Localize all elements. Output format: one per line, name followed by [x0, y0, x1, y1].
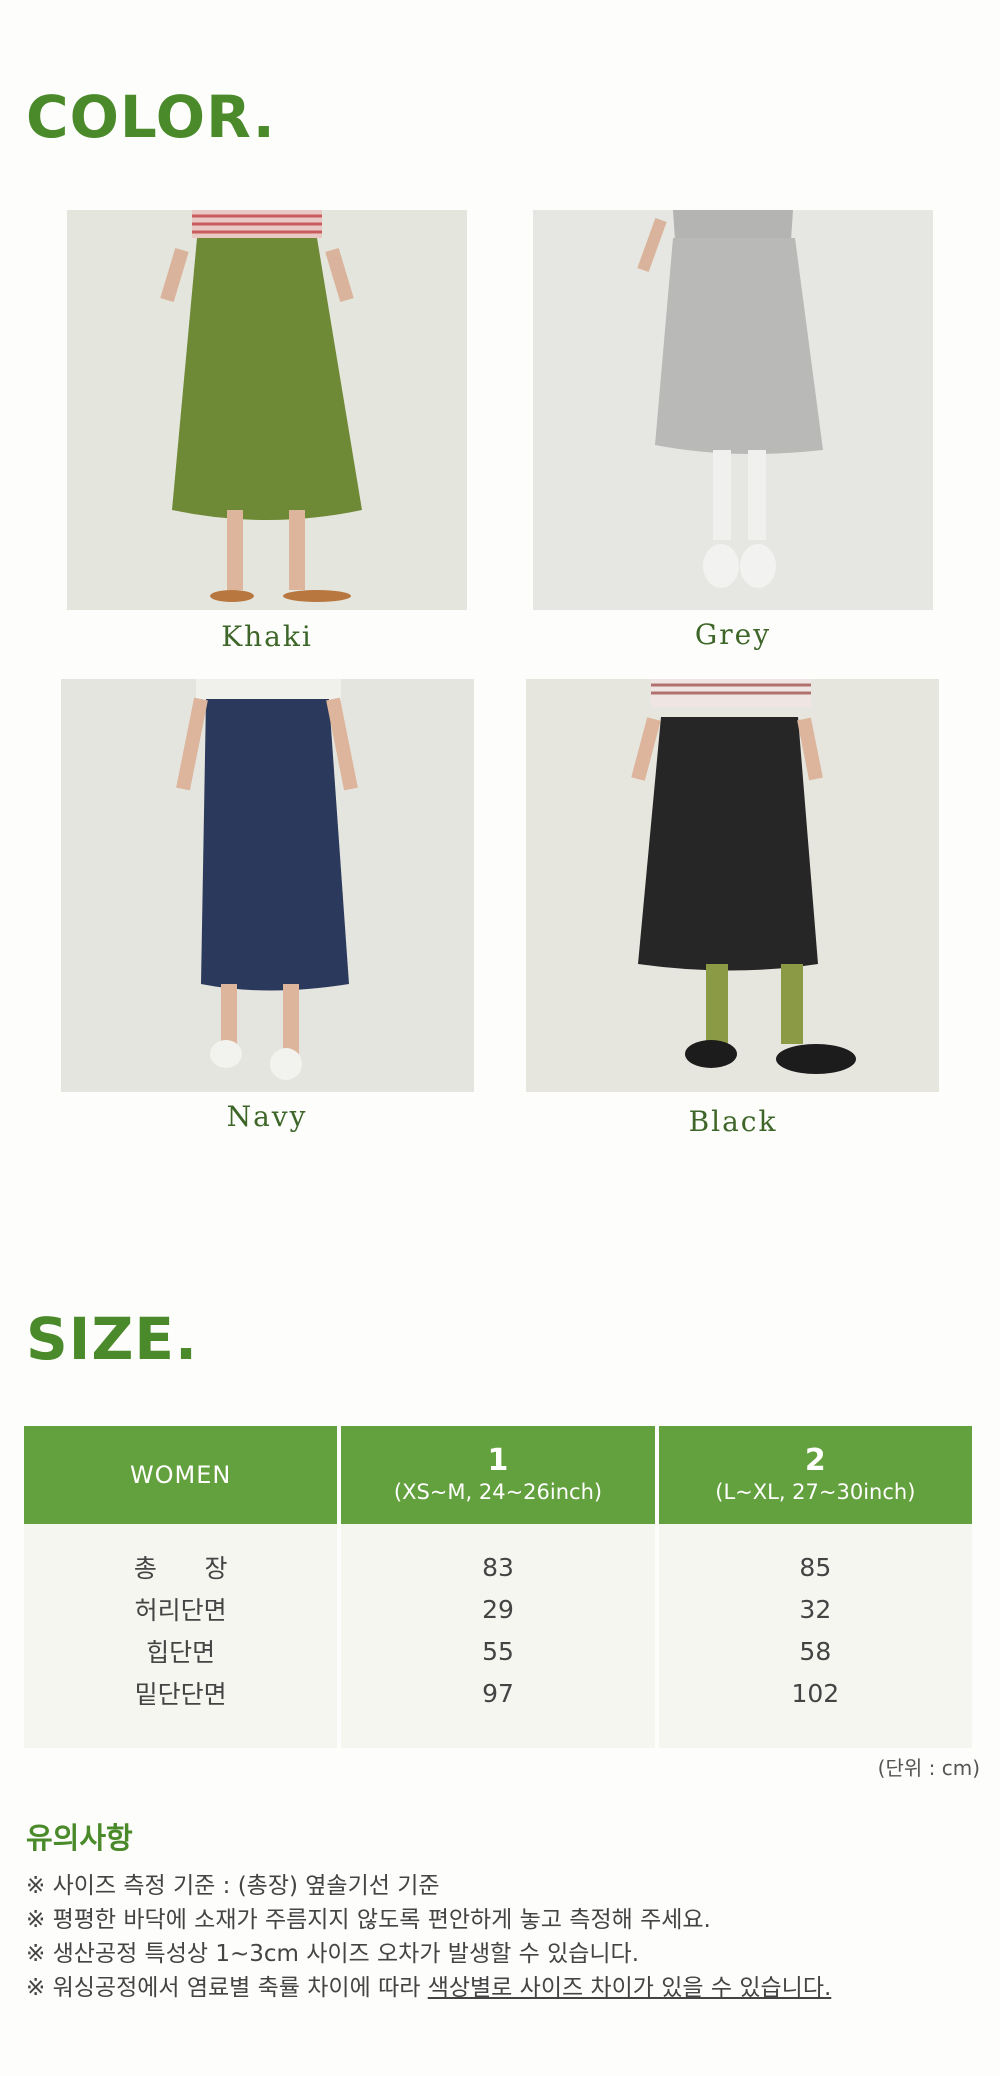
header-size-2: 2 (L~XL, 27~30inch)	[658, 1426, 972, 1524]
size-1-value: 29	[341, 1588, 655, 1630]
header-size-1: 1 (XS~M, 24~26inch)	[341, 1426, 655, 1524]
size-1-label: 1	[487, 1443, 509, 1479]
size-table-header-row: WOMEN 1 (XS~M, 24~26inch) 2 (L~XL, 27~30…	[24, 1426, 972, 1524]
row-label: 밑단단면	[24, 1672, 338, 1748]
khaki-skirt-image	[67, 210, 467, 610]
size-2-value: 102	[658, 1672, 972, 1748]
product-photo-navy	[61, 679, 474, 1092]
size-2-label: 2	[804, 1443, 826, 1479]
color-heading: COLOR.	[26, 83, 276, 151]
table-row: 허리단면 29 32	[24, 1588, 972, 1630]
size-table: WOMEN 1 (XS~M, 24~26inch) 2 (L~XL, 27~30…	[20, 1426, 976, 1748]
grey-skirt-image	[533, 210, 933, 610]
size-2-range: (L~XL, 27~30inch)	[715, 1480, 916, 1505]
size-2-value: 85	[658, 1524, 972, 1588]
notice-line-underlined: 색상별로 사이즈 차이가 있을 수 있습니다.	[427, 1975, 832, 2001]
color-caption-navy: Navy	[226, 1100, 308, 1133]
row-label: 허리단면	[24, 1588, 338, 1630]
color-caption-grey: Grey	[694, 618, 772, 651]
size-2-value: 58	[658, 1630, 972, 1672]
size-1-value: 97	[341, 1672, 655, 1748]
notice-line: ※ 생산공정 특성상 1~3cm 사이즈 오차가 발생할 수 있습니다.	[26, 1941, 640, 1967]
table-row: 힙단면 55 58	[24, 1630, 972, 1672]
size-1-value: 83	[341, 1524, 655, 1588]
notice-line: ※ 사이즈 측정 기준 : (총장) 옆솔기선 기준	[26, 1873, 440, 1899]
table-row: 총 장 83 85	[24, 1524, 972, 1588]
notice-title: 유의사항	[26, 1821, 133, 1855]
size-1-range: (XS~M, 24~26inch)	[393, 1480, 603, 1505]
size-2-value: 32	[658, 1588, 972, 1630]
size-heading: SIZE.	[26, 1305, 199, 1373]
product-photo-khaki	[67, 210, 467, 610]
notice-line: ※ 평평한 바닥에 소재가 주름지지 않도록 편안하게 놓고 측정해 주세요.	[26, 1907, 711, 1933]
table-row: 밑단단면 97 102	[24, 1672, 972, 1748]
color-caption-khaki: Khaki	[221, 620, 313, 653]
row-label: 힙단면	[24, 1630, 338, 1672]
row-label: 총 장	[24, 1524, 338, 1588]
size-1-value: 55	[341, 1630, 655, 1672]
product-photo-grey	[533, 210, 933, 610]
header-women: WOMEN	[24, 1426, 338, 1524]
unit-note: (단위 : cm)	[877, 1756, 980, 1780]
color-caption-black: Black	[688, 1105, 778, 1138]
black-skirt-image	[526, 679, 939, 1092]
notice-line-prefix: ※ 워싱공정에서 염료별 축률 차이에 따라	[26, 1975, 428, 2001]
product-photo-black	[526, 679, 939, 1092]
notice-line-shrinkage: ※ 워싱공정에서 염료별 축률 차이에 따라 색상별로 사이즈 차이가 있을 수…	[26, 1968, 831, 2002]
navy-skirt-image	[61, 679, 474, 1092]
